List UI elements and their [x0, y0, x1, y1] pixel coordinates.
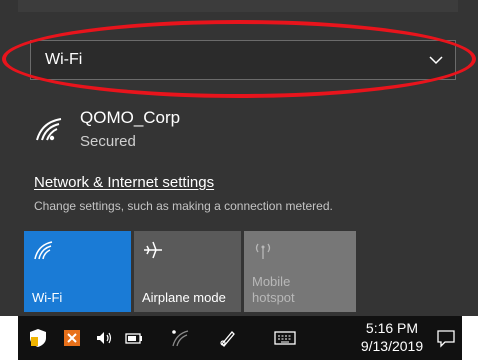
office-icon[interactable] — [62, 328, 82, 348]
mobile-hotspot-tile[interactable]: Mobile hotspot — [244, 231, 356, 312]
screen-edge — [462, 316, 478, 360]
network-icon[interactable] — [170, 328, 190, 348]
system-clock[interactable]: 5:16 PM 9/13/2019 — [356, 319, 428, 355]
airplane-mode-tile[interactable]: Airplane mode — [134, 231, 241, 312]
hotspot-tile-label: Mobile hotspot — [252, 274, 295, 305]
pen-icon[interactable] — [218, 328, 238, 348]
network-flyout: Wi-Fi QOMO_Corp Secured Network & Intern… — [0, 0, 478, 316]
volume-icon[interactable] — [94, 328, 114, 348]
network-type-dropdown[interactable]: Wi-Fi — [30, 40, 456, 80]
hotspot-icon — [255, 243, 271, 259]
battery-icon[interactable] — [124, 328, 144, 348]
keyboard-icon[interactable] — [274, 328, 296, 348]
defender-icon[interactable] — [28, 328, 48, 348]
network-status: Secured — [80, 133, 136, 150]
clock-time: 5:16 PM — [365, 320, 419, 336]
airplane-icon — [144, 241, 162, 259]
wifi-secured-icon — [36, 118, 62, 141]
network-settings-description: Change settings, such as making a connec… — [34, 199, 333, 213]
flyout-top-bar — [18, 0, 458, 12]
airplane-tile-label: Airplane mode — [142, 290, 226, 305]
dropdown-selected-value: Wi-Fi — [45, 51, 83, 68]
wifi-icon — [34, 241, 53, 260]
network-ssid: QOMO_Corp — [80, 108, 181, 127]
wifi-tile-label: Wi-Fi — [32, 290, 63, 305]
network-settings-link[interactable]: Network & Internet settings — [34, 174, 214, 191]
clock-date: 9/13/2019 — [360, 338, 424, 354]
wifi-tile[interactable]: Wi-Fi — [24, 231, 131, 312]
chevron-down-icon — [429, 56, 443, 65]
network-item[interactable]: QOMO_Corp Secured — [34, 108, 334, 158]
taskbar: 5:16 PM 9/13/2019 — [18, 316, 462, 360]
action-center-icon[interactable] — [436, 328, 456, 348]
